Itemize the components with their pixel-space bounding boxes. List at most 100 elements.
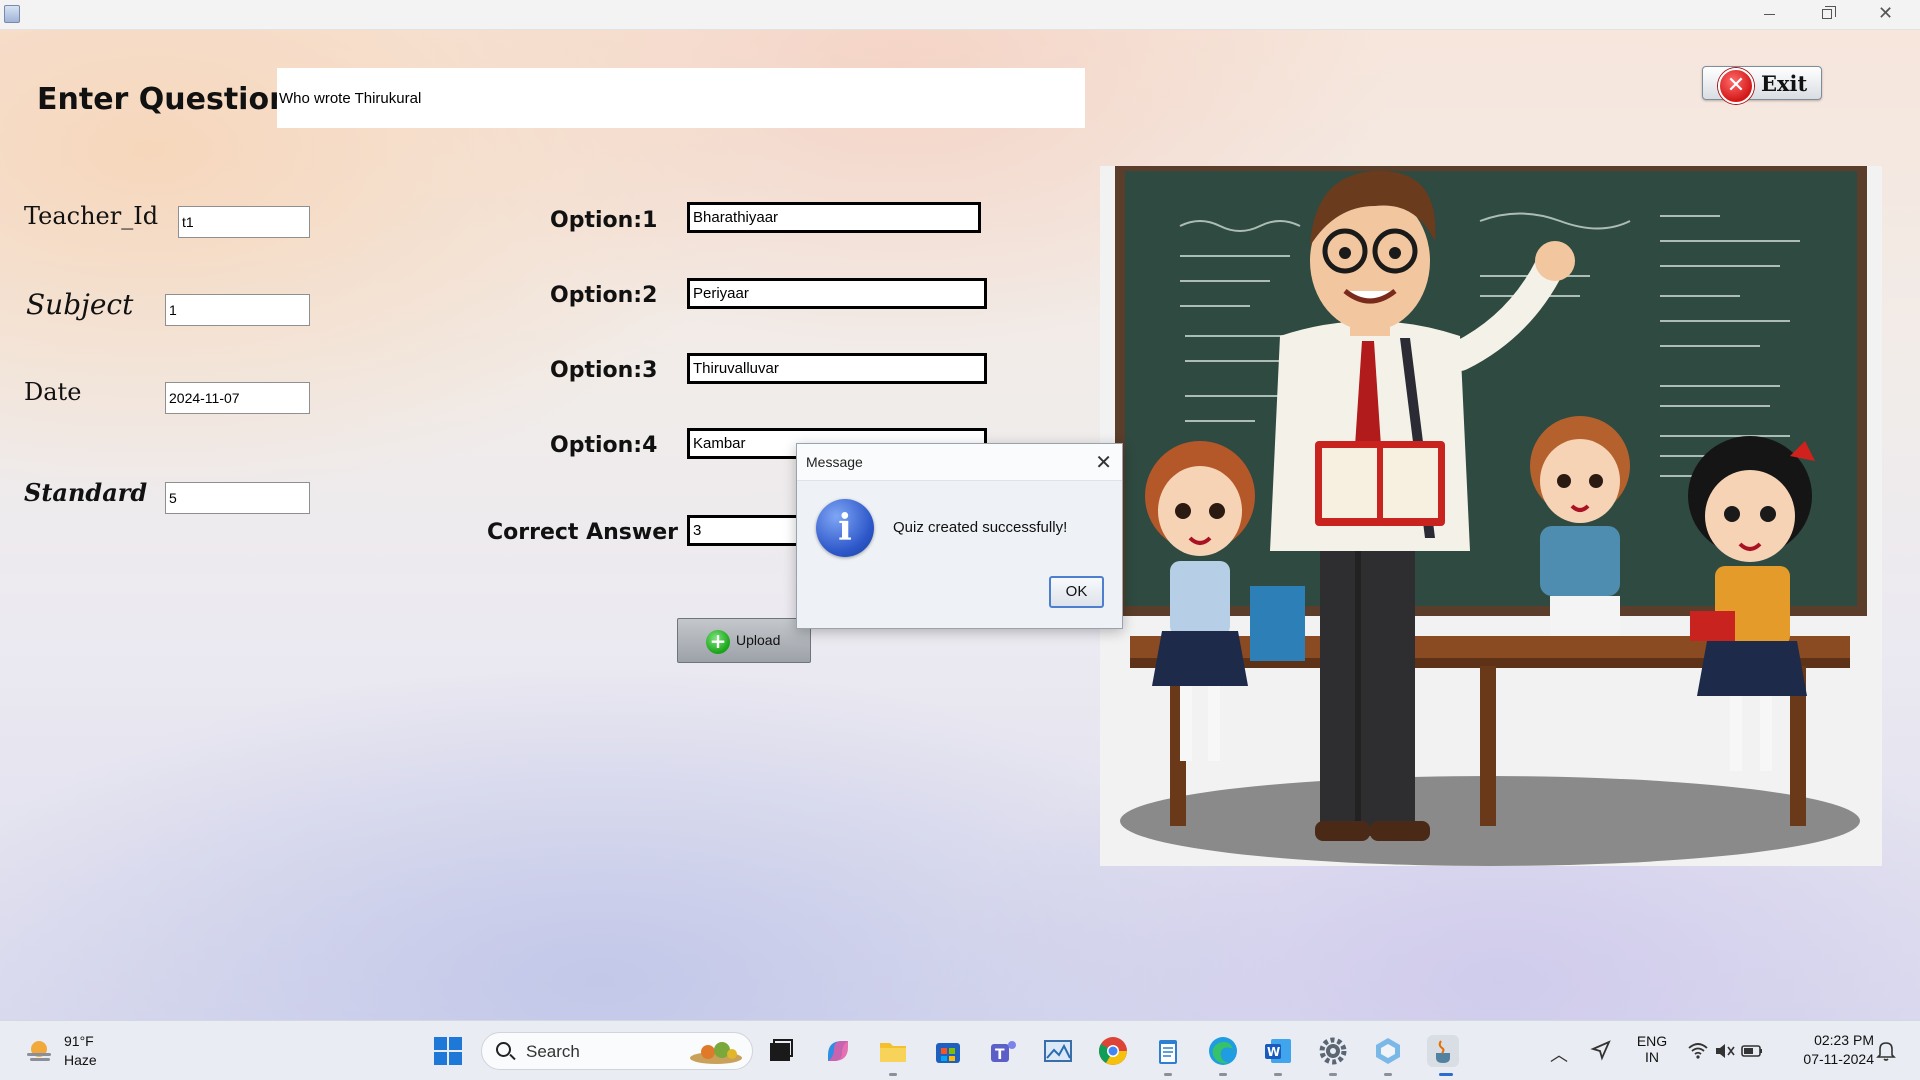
weather-widget[interactable]: 91°F Haze xyxy=(24,1031,124,1071)
settings-button[interactable] xyxy=(1317,1035,1349,1067)
java-app-button[interactable] xyxy=(1427,1035,1459,1067)
wifi-volume-battery-icons xyxy=(1688,1043,1762,1059)
notifications-button[interactable] xyxy=(1876,1040,1896,1066)
edge-button[interactable] xyxy=(1207,1035,1239,1067)
store-icon xyxy=(936,1043,960,1063)
region-code: IN xyxy=(1645,1049,1659,1065)
subject-label: Subject xyxy=(26,288,134,321)
option-1-input[interactable] xyxy=(687,202,981,233)
classroom-illustration-image xyxy=(1100,166,1882,866)
location-arrow-icon xyxy=(1590,1040,1611,1061)
plus-icon: + xyxy=(706,630,730,654)
weather-description: Haze xyxy=(64,1052,97,1068)
file-explorer-button[interactable] xyxy=(877,1035,909,1067)
copilot-icon xyxy=(828,1041,848,1061)
hexagon-app-icon xyxy=(1376,1038,1400,1064)
chrome-button[interactable] xyxy=(1097,1035,1129,1067)
app-hexagon-button[interactable] xyxy=(1372,1035,1404,1067)
gear-icon xyxy=(1319,1037,1347,1065)
notepad-icon xyxy=(1159,1040,1177,1064)
language-indicator[interactable]: ENG IN xyxy=(1634,1033,1670,1065)
minimize-icon xyxy=(1764,14,1775,15)
chevron-up-icon: ︿ xyxy=(1550,1045,1568,1066)
upload-button-label: Upload xyxy=(736,632,781,648)
weather-temperature: 91°F xyxy=(64,1033,94,1049)
photos-button[interactable] xyxy=(1042,1035,1074,1067)
teams-icon: T xyxy=(991,1041,1016,1063)
option-1-label: Option:1 xyxy=(550,208,658,233)
option-3-input[interactable] xyxy=(687,353,987,384)
date-input[interactable] xyxy=(165,382,310,414)
option-2-input[interactable] xyxy=(687,278,987,309)
file-explorer-running-indicator xyxy=(889,1073,897,1076)
option-2-label: Option:2 xyxy=(550,283,658,308)
subject-input[interactable] xyxy=(165,294,310,326)
task-view-icon xyxy=(770,1039,793,1061)
option-4-label: Option:4 xyxy=(550,433,658,458)
search-placeholder: Search xyxy=(526,1042,580,1061)
taskbar: 91°F Haze Search T W ︿ ENG IN 02:23 PM 0… xyxy=(0,1020,1920,1080)
correct-answer-label: Correct Answer xyxy=(487,520,678,545)
close-window-button[interactable]: ✕ xyxy=(1857,0,1915,30)
upload-button[interactable]: + Upload xyxy=(677,618,811,663)
taskbar-search-box[interactable]: Search xyxy=(481,1032,753,1070)
word-button[interactable]: W xyxy=(1262,1035,1294,1067)
restore-button[interactable] xyxy=(1799,0,1857,30)
date-label: Date xyxy=(24,378,82,406)
word-running-indicator xyxy=(1274,1073,1282,1076)
show-hidden-icons-button[interactable]: ︿ xyxy=(1550,1041,1568,1067)
svg-text:T: T xyxy=(995,1047,1005,1063)
restore-icon xyxy=(1822,6,1836,19)
close-circle-icon: ✕ xyxy=(1718,68,1754,104)
exit-button[interactable]: ✕ Exit xyxy=(1702,66,1822,104)
exit-button-label: Exit xyxy=(1761,71,1808,96)
teacher-id-label: Teacher_Id xyxy=(24,202,159,230)
chart-app-icon xyxy=(1044,1040,1072,1062)
hexagon-app-running-indicator xyxy=(1384,1073,1392,1076)
ok-button[interactable]: OK xyxy=(1049,576,1104,608)
dialog-title: Message xyxy=(806,454,863,470)
folder-icon xyxy=(880,1043,906,1062)
edge-running-indicator xyxy=(1219,1073,1227,1076)
java-app-icon xyxy=(4,5,20,23)
svg-text:W: W xyxy=(1267,1045,1280,1059)
edge-icon xyxy=(1209,1037,1237,1065)
start-button[interactable] xyxy=(432,1035,464,1067)
question-input[interactable] xyxy=(277,68,1085,128)
chrome-icon xyxy=(1099,1037,1127,1065)
option-3-label: Option:3 xyxy=(550,358,658,383)
minimize-button[interactable] xyxy=(1741,0,1799,30)
info-icon: i xyxy=(816,499,874,557)
window-title-bar: ✕ xyxy=(0,0,1920,30)
search-highlight-icon xyxy=(690,1042,742,1064)
haze-weather-icon xyxy=(27,1041,51,1061)
java-cup-icon xyxy=(1436,1040,1450,1063)
notepad-button[interactable] xyxy=(1152,1035,1184,1067)
clock[interactable]: 02:23 PM 07-11-2024 xyxy=(1778,1032,1874,1067)
java-app-running-indicator xyxy=(1439,1073,1453,1076)
copilot-button[interactable] xyxy=(822,1035,854,1067)
network-volume-battery-button[interactable] xyxy=(1686,1039,1766,1063)
settings-running-indicator xyxy=(1329,1073,1337,1076)
search-icon xyxy=(496,1042,511,1057)
teams-button[interactable]: T xyxy=(987,1035,1019,1067)
word-icon: W xyxy=(1265,1039,1291,1063)
location-button[interactable] xyxy=(1590,1039,1612,1065)
dialog-close-icon[interactable]: ✕ xyxy=(1095,450,1112,474)
clock-time: 02:23 PM xyxy=(1814,1032,1874,1048)
windows-start-icon xyxy=(434,1037,462,1065)
teacher-id-input[interactable] xyxy=(178,206,310,238)
task-view-button[interactable] xyxy=(765,1035,797,1067)
message-dialog: Message ✕ i Quiz created successfully! O… xyxy=(796,443,1123,629)
dialog-title-bar: Message ✕ xyxy=(797,444,1122,481)
classroom-illustration xyxy=(1100,166,1882,866)
standard-input[interactable] xyxy=(165,482,310,514)
language-code: ENG xyxy=(1636,1033,1668,1049)
microsoft-store-button[interactable] xyxy=(932,1035,964,1067)
enter-question-label: Enter Question xyxy=(37,82,291,117)
close-icon: ✕ xyxy=(1878,3,1894,24)
notepad-running-indicator xyxy=(1164,1073,1172,1076)
standard-label: Standard xyxy=(24,478,148,507)
clock-date: 07-11-2024 xyxy=(1803,1051,1874,1067)
quiz-form-panel: Enter Question ✕ Exit Teacher_Id Subject… xyxy=(0,30,1920,1020)
